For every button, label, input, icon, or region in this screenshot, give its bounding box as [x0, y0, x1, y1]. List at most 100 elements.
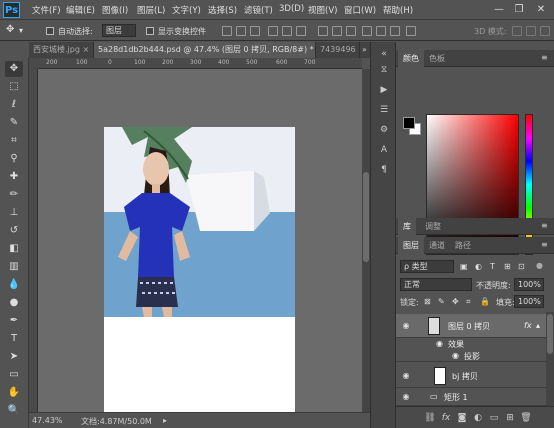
healing-brush-tool-icon[interactable]: ✚ [5, 169, 23, 185]
panel-menu-icon[interactable]: ≡ [541, 53, 548, 62]
blend-mode-dropdown[interactable]: 正常 [400, 278, 472, 291]
layer-effect-row[interactable]: ◉ 投影 [396, 350, 546, 362]
eraser-tool-icon[interactable]: ◧ [5, 241, 23, 257]
canvas-area[interactable] [38, 69, 362, 412]
tab-libraries[interactable]: 库 [398, 218, 416, 235]
layer-row[interactable]: ◉ bj 拷贝 [396, 364, 546, 388]
3d-pan-icon[interactable] [540, 26, 550, 36]
restore-button[interactable]: ❐ [511, 3, 527, 16]
clone-stamp-tool-icon[interactable]: ⊥ [5, 205, 23, 221]
menu-help[interactable]: 帮助(H) [383, 4, 413, 16]
tab-adjustments[interactable]: 调整 [420, 218, 446, 235]
gradient-tool-icon[interactable]: ▥ [5, 259, 23, 275]
character-icon[interactable]: A [378, 144, 390, 156]
mask-icon[interactable]: ◙ [456, 412, 468, 424]
close-icon[interactable]: × [82, 45, 89, 54]
tab-7439496[interactable]: 7439496 [316, 42, 360, 58]
align-bottom-icon[interactable] [250, 26, 260, 36]
tab-active-doc[interactable]: 5a28d1db2b444.psd @ 47.4% (图层 0 拷贝, RGB/… [94, 42, 316, 58]
auto-select-dropdown[interactable]: 图层 [102, 24, 136, 37]
type-tool-icon[interactable]: T [5, 331, 23, 347]
adjustment-icon[interactable]: ◐ [472, 412, 484, 424]
panel-menu-icon[interactable]: ≡ [541, 221, 548, 230]
properties-icon[interactable]: ☰ [378, 104, 390, 116]
move-tool-icon[interactable]: ✥ [6, 24, 14, 35]
move-tool-icon[interactable]: ✥ [5, 61, 23, 77]
layers-scrollbar[interactable] [546, 312, 554, 406]
eye-icon[interactable]: ◉ [401, 371, 411, 381]
minimize-button[interactable]: — [491, 3, 507, 16]
status-menu-arrow-icon[interactable]: ▸ [163, 416, 167, 425]
foreground-color-swatch[interactable] [403, 117, 415, 129]
menu-select[interactable]: 选择(S) [208, 4, 237, 16]
document-canvas[interactable] [104, 127, 295, 412]
lasso-tool-icon[interactable]: ℓ [5, 97, 23, 113]
menu-window[interactable]: 窗口(W) [344, 4, 376, 16]
collapse-arrow-icon[interactable]: « [378, 48, 390, 60]
opacity-input[interactable]: 100% [514, 278, 544, 291]
brush-tool-icon[interactable]: ✏ [5, 187, 23, 203]
3d-rotate-icon[interactable] [512, 26, 522, 36]
tab-overflow-icon[interactable]: » [362, 45, 367, 54]
filter-pixel-icon[interactable]: ▣ [460, 262, 468, 271]
lock-all-icon[interactable]: 🔒 [480, 297, 490, 306]
dodge-tool-icon[interactable]: ● [5, 295, 23, 311]
align-hcenter-icon[interactable] [282, 26, 292, 36]
menu-view[interactable]: 视图(V) [308, 4, 337, 16]
distribute-hcenter-icon[interactable] [376, 26, 386, 36]
history-icon[interactable]: ⧖ [378, 64, 390, 76]
link-icon[interactable]: ⛓ [424, 412, 436, 424]
zoom-tool-icon[interactable]: 🔍 [5, 403, 23, 419]
distribute-left-icon[interactable] [362, 26, 372, 36]
history-brush-tool-icon[interactable]: ↺ [5, 223, 23, 239]
align-left-icon[interactable] [268, 26, 278, 36]
filter-toggle-icon[interactable]: ● [536, 261, 543, 270]
layer-row[interactable]: ◉ ▭ 矩形 1 [396, 388, 546, 406]
layer-name[interactable]: 矩形 1 [444, 392, 468, 403]
paragraph-icon[interactable]: ¶ [378, 164, 390, 176]
tab-xian[interactable]: 西安城楼.jpg × [29, 42, 94, 58]
tab-paths[interactable]: 路径 [450, 237, 476, 254]
rectangle-tool-icon[interactable]: ▭ [5, 367, 23, 383]
align-vcenter-icon[interactable] [236, 26, 246, 36]
tab-channels[interactable]: 通道 [424, 237, 450, 254]
fill-input[interactable]: 100% [514, 295, 544, 308]
tab-color[interactable]: 颜色 [398, 50, 424, 67]
hand-tool-icon[interactable]: ✋ [5, 385, 23, 401]
blur-tool-icon[interactable]: 💧 [5, 277, 23, 293]
fx-icon[interactable]: fx [440, 412, 452, 424]
trash-icon[interactable]: 🗑 [520, 412, 532, 424]
panel-menu-icon[interactable]: ≡ [541, 240, 548, 249]
3d-roll-icon[interactable] [526, 26, 536, 36]
tab-swatches[interactable]: 色板 [424, 50, 450, 67]
menu-3d[interactable]: 3D(D) [279, 4, 304, 14]
auto-align-icon[interactable] [406, 26, 416, 36]
layer-filter-dropdown[interactable]: ρ 类型 [400, 260, 454, 273]
filter-type-icon[interactable]: T [490, 262, 495, 271]
path-select-tool-icon[interactable]: ➤ [5, 349, 23, 365]
layer-row[interactable]: ◉ 图层 0 拷贝 fx ▴ [396, 314, 546, 338]
menu-edit[interactable]: 编辑(E) [66, 4, 95, 16]
tab-layers[interactable]: 图层 [398, 237, 424, 254]
layers-scroll-thumb[interactable] [547, 314, 553, 354]
distribute-bottom-icon[interactable] [346, 26, 356, 36]
chevron-down-icon[interactable]: ▾ [19, 26, 23, 35]
filter-shape-icon[interactable]: ⊞ [504, 262, 511, 271]
menu-layer[interactable]: 图层(L) [137, 4, 165, 16]
layer-name[interactable]: bj 拷贝 [452, 371, 478, 382]
crop-tool-icon[interactable]: ⌗ [5, 133, 23, 149]
distribute-vcenter-icon[interactable] [332, 26, 342, 36]
distribute-top-icon[interactable] [318, 26, 328, 36]
eye-icon[interactable]: ◉ [452, 351, 459, 360]
filter-adjust-icon[interactable]: ◐ [475, 262, 482, 271]
lock-transparent-icon[interactable]: ⊠ [424, 297, 431, 306]
lock-paint-icon[interactable]: ✎ [438, 297, 445, 306]
vertical-scroll-thumb[interactable] [363, 172, 369, 262]
filter-smart-icon[interactable]: ⊡ [518, 262, 525, 271]
vertical-scrollbar[interactable] [362, 69, 370, 412]
brush-settings-icon[interactable]: ⚙ [378, 124, 390, 136]
close-button[interactable]: ✕ [533, 3, 549, 16]
expand-arrow-icon[interactable]: ▴ [536, 321, 540, 330]
fx-icon[interactable]: fx [524, 321, 532, 330]
align-right-icon[interactable] [296, 26, 306, 36]
